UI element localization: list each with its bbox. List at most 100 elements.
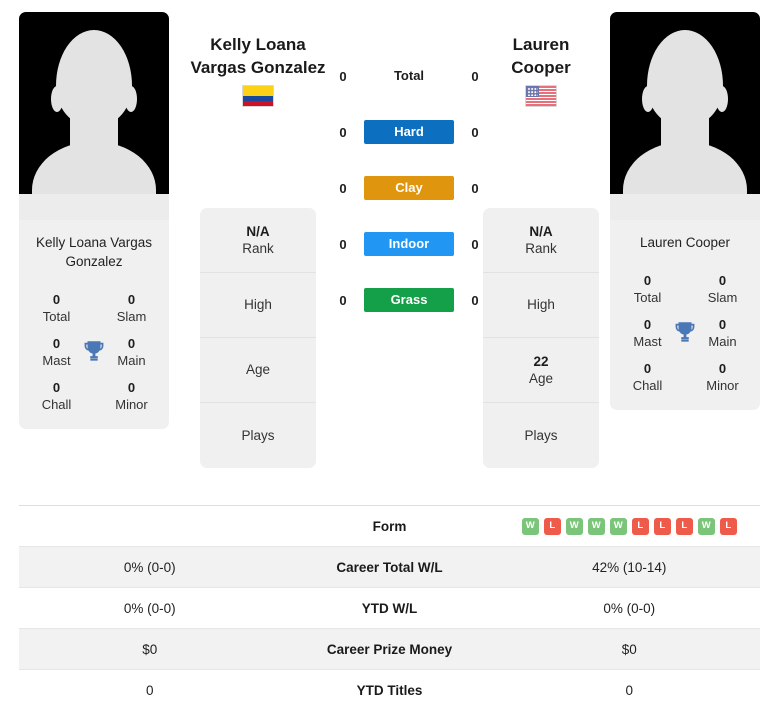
form-badge-loss: L [675, 517, 693, 535]
info-label-high-left: High [244, 297, 272, 312]
info-label-rank-right: Rank [525, 240, 557, 256]
player-name-line1-right: Lauren [512, 35, 570, 54]
info-label-plays-left: Plays [241, 427, 275, 443]
stat-slam-label-right: Slam [707, 290, 738, 305]
player-card-left[interactable]: Kelly Loana Vargas Gonzalez 0 Total 0 Sl… [19, 12, 169, 429]
stat-chall-label-left: Chall [41, 397, 72, 412]
surface-badge-hard: Hard [364, 120, 454, 144]
titles-row-chall-minor-right: 0 Chall 0 Minor [610, 360, 760, 394]
info-cell-rank-right: N/A Rank [483, 208, 599, 273]
stat-total-label-left: Total [42, 309, 71, 324]
surface-count-left-grass: 0 [339, 292, 347, 308]
stat-minor-label-right: Minor [706, 378, 739, 393]
form-badge-loss: L [631, 517, 649, 535]
stat-minor-left: 0 Minor [94, 379, 169, 413]
info-cell-high-right: High [483, 273, 599, 338]
colombia-flag-icon [242, 85, 274, 107]
form-badges-right: WLWWWLLLWL [499, 517, 761, 535]
player-card-name-left: Kelly Loana Vargas Gonzalez [35, 235, 153, 269]
surface-count-left-indoor: 0 [339, 236, 347, 252]
info-card-left[interactable]: N/A Rank High Age Plays [200, 208, 316, 468]
titles-row-mast-main-left: 0 Mast 0 Main [19, 335, 169, 369]
surface-titles-column: 0 Total 0 0 Hard 0 0 Clay 0 0 Indoor 0 0 [334, 62, 484, 314]
table-row-career-total-wl: 0% (0-0) Career Total W/L 42% (10-14) [19, 547, 760, 588]
table-label-form: Form [372, 518, 407, 534]
surface-count-right-clay: 0 [471, 180, 479, 196]
avatar-placeholder-icon [19, 12, 169, 220]
info-card-right[interactable]: N/A Rank High 22 Age Plays [483, 208, 599, 468]
table-value-left-ytd-wl: 0% (0-0) [123, 600, 176, 616]
stat-slam-value-left: 0 [127, 292, 136, 307]
table-row-career-prize-money: $0 Career Prize Money $0 [19, 629, 760, 670]
stat-slam-value-right: 0 [718, 273, 727, 288]
surface-count-right-total: 0 [471, 68, 479, 84]
surface-count-right-hard: 0 [471, 124, 479, 140]
table-row-ytd-wl: 0% (0-0) YTD W/L 0% (0-0) [19, 588, 760, 629]
form-badge-win: W [565, 517, 583, 535]
info-cell-age-left: Age [200, 338, 316, 403]
stat-total-left: 0 Total [19, 291, 94, 325]
form-badge-loss: L [543, 517, 561, 535]
surface-badge-clay: Clay [364, 176, 454, 200]
surface-row-grass: 0 Grass 0 [334, 286, 484, 314]
info-label-age-left: Age [245, 362, 271, 377]
surface-count-left-hard: 0 [339, 124, 347, 140]
stat-slam-label-left: Slam [116, 309, 147, 324]
stat-slam-right: 0 Slam [685, 272, 760, 306]
player-card-name-right: Lauren Cooper [639, 235, 731, 250]
info-label-age-right: Age [528, 370, 554, 386]
comparison-stats-table: Form WLWWWLLLWL 0% (0-0) Career Total W/… [19, 505, 760, 711]
table-row-form: Form WLWWWLLLWL [19, 506, 760, 547]
surface-count-right-indoor: 0 [471, 236, 479, 252]
form-badge-loss: L [719, 517, 737, 535]
table-row-ytd-titles: 0 YTD Titles 0 [19, 670, 760, 711]
info-value-rank-left: N/A [246, 223, 270, 239]
info-cell-high-left: High [200, 273, 316, 338]
stat-minor-label-left: Minor [115, 397, 148, 412]
titles-row-mast-main-right: 0 Mast 0 Main [610, 316, 760, 350]
surface-row-total: 0 Total 0 [334, 62, 484, 90]
titles-grid-right: 0 Total 0 Slam 0 Mast 0 Main 0 Chall 0 M… [610, 256, 760, 410]
player-name-line1-left: Kelly Loana [210, 35, 306, 54]
info-label-rank-left: Rank [242, 240, 274, 256]
table-value-left-career-total-wl: 0% (0-0) [123, 559, 176, 575]
stat-total-value-left: 0 [52, 292, 61, 307]
stat-chall-value-right: 0 [643, 361, 652, 376]
form-badge-win: W [587, 517, 605, 535]
player-name-heading-left[interactable]: Kelly Loana Vargas Gonzalez [182, 33, 334, 107]
player-name-heading-right[interactable]: Lauren Cooper [487, 33, 595, 107]
stat-slam-left: 0 Slam [94, 291, 169, 325]
titles-row-total-slam-right: 0 Total 0 Slam [610, 272, 760, 306]
avatar-placeholder-icon [610, 12, 760, 220]
stat-chall-right: 0 Chall [610, 360, 685, 394]
stat-minor-right: 0 Minor [685, 360, 760, 394]
stat-total-value-right: 0 [643, 273, 652, 288]
surface-badge-total: Total [393, 68, 425, 83]
info-label-high-right: High [527, 297, 555, 312]
table-value-right-career-prize-money: $0 [621, 641, 637, 657]
stat-minor-value-left: 0 [127, 380, 136, 395]
stat-total-label-right: Total [633, 290, 662, 305]
table-value-right-ytd-wl: 0% (0-0) [603, 600, 656, 616]
info-label-plays-right: Plays [524, 427, 558, 443]
surface-row-clay: 0 Clay 0 [334, 174, 484, 202]
player-comparison-page: Kelly Loana Vargas Gonzalez 0 Total 0 Sl… [0, 0, 779, 719]
table-value-left-career-prize-money: $0 [142, 641, 158, 657]
table-value-right-ytd-titles: 0 [625, 683, 633, 698]
stat-chall-left: 0 Chall [19, 379, 94, 413]
table-value-left-ytd-titles: 0 [145, 683, 154, 698]
table-value-right-career-total-wl: 42% (10-14) [592, 559, 667, 575]
stat-chall-value-left: 0 [52, 380, 61, 395]
stat-total-right: 0 Total [610, 272, 685, 306]
comparison-header: Kelly Loana Vargas Gonzalez 0 Total 0 Sl… [0, 0, 779, 500]
player-name-line2-left: Vargas Gonzalez [190, 58, 326, 77]
info-value-rank-right: N/A [529, 223, 553, 239]
surface-count-left-total: 0 [339, 68, 347, 84]
player-card-right[interactable]: Lauren Cooper 0 Total 0 Slam 0 Mast 0 Ma… [610, 12, 760, 410]
stat-chall-label-right: Chall [632, 378, 663, 393]
form-badge-win: W [697, 517, 715, 535]
player-name-line2-right: Cooper [511, 58, 571, 77]
info-cell-rank-left: N/A Rank [200, 208, 316, 273]
table-label-ytd-titles: YTD Titles [356, 683, 423, 698]
surface-badge-indoor: Indoor [364, 232, 454, 256]
